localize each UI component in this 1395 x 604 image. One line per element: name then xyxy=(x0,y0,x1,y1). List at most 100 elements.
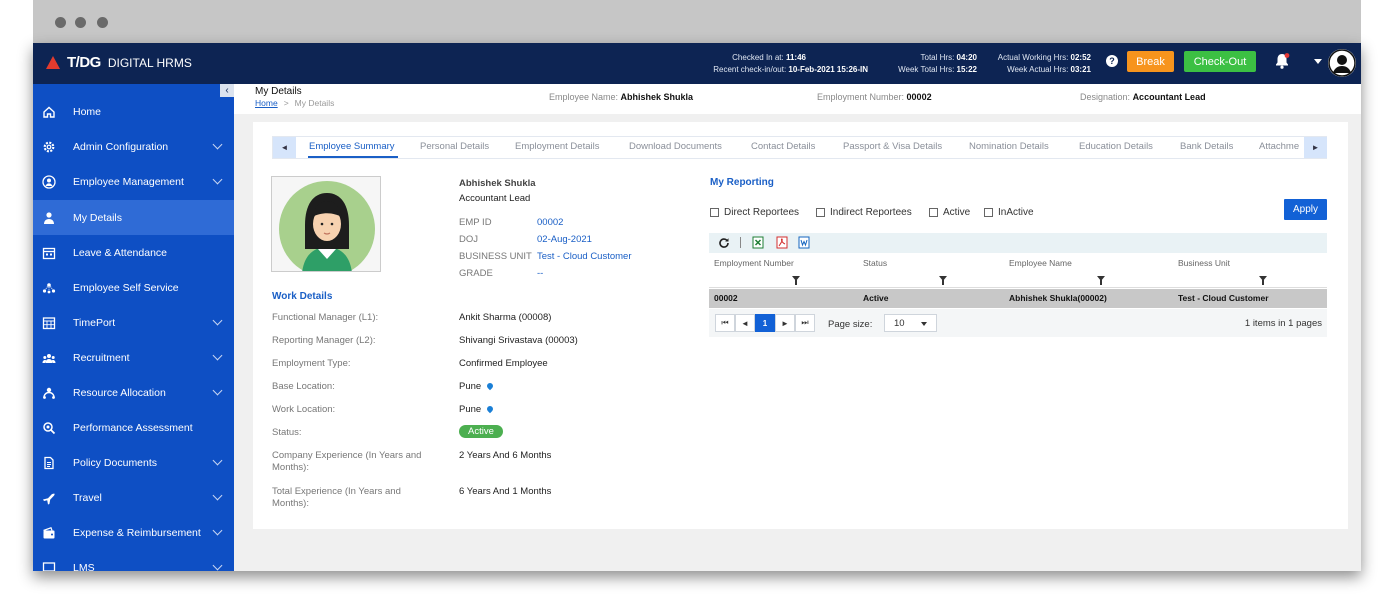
total-hrs-value: 04:20 xyxy=(956,53,977,62)
grade-value: -- xyxy=(537,268,544,279)
sidebar-item-label: Policy Documents xyxy=(73,456,158,469)
sidebar: ‹ Home Admin Configuration Employee Mana… xyxy=(33,84,234,571)
page-number-button[interactable]: 1 xyxy=(755,314,775,332)
tab-attachments[interactable]: Attachme xyxy=(1259,141,1305,152)
next-page-button[interactable]: ► xyxy=(775,314,795,332)
sidebar-item-label: Performance Assessment xyxy=(73,421,193,434)
help-icon[interactable]: ? xyxy=(1106,55,1118,67)
pdf-export-icon[interactable] xyxy=(776,236,788,249)
checkout-button[interactable]: Check-Out xyxy=(1184,51,1256,72)
tab-employment-details[interactable]: Employment Details xyxy=(515,141,599,152)
page-size-select[interactable]: 10 xyxy=(884,314,937,332)
browser-chrome xyxy=(33,0,1361,43)
page-header: My Details Home > My Details Employee Na… xyxy=(234,84,1361,114)
week-actual-value: 03:21 xyxy=(1070,65,1091,74)
column-header-employee-name[interactable]: Employee Name xyxy=(1009,258,1072,268)
filter-icon[interactable] xyxy=(792,276,800,285)
last-page-button[interactable]: ⏭ xyxy=(795,314,815,332)
indirect-reportees-checkbox[interactable]: Indirect Reportees xyxy=(816,207,912,218)
sidebar-item-resource-allocation[interactable]: Resource Allocation xyxy=(33,375,234,410)
sidebar-item-lms[interactable]: LMS xyxy=(33,550,234,571)
profile-role: Accountant Lead xyxy=(459,193,531,204)
sidebar-item-label: Recruitment xyxy=(73,351,130,364)
sidebar-item-home[interactable]: Home xyxy=(33,94,234,129)
tab-download-documents[interactable]: Download Documents xyxy=(629,141,722,152)
user-avatar-icon[interactable] xyxy=(1328,49,1356,77)
week-total-value: 15:22 xyxy=(956,65,977,74)
filter-icon[interactable] xyxy=(1259,276,1267,285)
column-header-status[interactable]: Status xyxy=(863,258,887,268)
prev-page-button[interactable]: ◄ xyxy=(735,314,755,332)
logo[interactable]: T/DG DIGITAL HRMS xyxy=(46,54,192,71)
sidebar-item-travel[interactable]: Travel xyxy=(33,480,234,515)
document-icon xyxy=(44,456,54,469)
wallet-icon xyxy=(43,526,55,538)
team-icon xyxy=(42,353,56,363)
details-card: ◄ Employee Summary Personal Details Empl… xyxy=(253,122,1348,529)
tab-scroll-left-button[interactable]: ◄ xyxy=(273,137,296,158)
breadcrumb-home-link[interactable]: Home xyxy=(255,98,278,108)
sidebar-item-label: Leave & Attendance xyxy=(73,246,167,259)
column-header-employment-number[interactable]: Employment Number xyxy=(714,258,794,268)
calendar-icon xyxy=(42,247,56,259)
screen-icon xyxy=(42,561,56,571)
column-header-business-unit[interactable]: Business Unit xyxy=(1178,258,1230,268)
window-dot-icon xyxy=(97,17,108,28)
checkbox-label: Direct Reportees xyxy=(724,207,800,218)
tab-personal-details[interactable]: Personal Details xyxy=(420,141,489,152)
cell-employment-number: 00002 xyxy=(714,293,738,303)
sidebar-item-expense-reimbursement[interactable]: Expense & Reimbursement xyxy=(33,515,234,550)
tab-education-details[interactable]: Education Details xyxy=(1079,141,1153,152)
filter-icon[interactable] xyxy=(1097,276,1105,285)
checkbox-box[interactable] xyxy=(984,208,993,217)
first-page-button[interactable]: ⏮ xyxy=(715,314,735,332)
base-location-label: Base Location: xyxy=(272,381,335,392)
active-checkbox[interactable]: Active xyxy=(929,207,970,218)
tab-scroll-right-button[interactable]: ► xyxy=(1304,137,1327,158)
employee-name-info: Employee Name: Abhishek Shukla xyxy=(549,92,693,102)
actual-hours-info: Actual Working Hrs: 02:52 Week Actual Hr… xyxy=(978,52,1091,76)
recent-checkin-value: 10-Feb-2021 15:26-IN xyxy=(788,65,868,74)
break-button[interactable]: Break xyxy=(1127,51,1174,72)
chevron-down-icon xyxy=(212,174,223,185)
status-badge: Active xyxy=(459,425,503,438)
checkbox-box[interactable] xyxy=(816,208,825,217)
product-name: DIGITAL HRMS xyxy=(107,55,192,70)
table-row[interactable]: 00002 Active Abhishek Shukla(00002) Test… xyxy=(709,289,1327,308)
tab-employee-summary[interactable]: Employee Summary xyxy=(309,141,395,152)
chevron-down-icon xyxy=(212,455,223,466)
sidebar-item-my-details[interactable]: My Details xyxy=(33,200,234,235)
checkbox-box[interactable] xyxy=(710,208,719,217)
word-export-icon[interactable] xyxy=(798,236,810,249)
user-menu-caret-icon[interactable] xyxy=(1314,59,1322,64)
filter-icon[interactable] xyxy=(939,276,947,285)
tab-nomination-details[interactable]: Nomination Details xyxy=(969,141,1049,152)
plane-icon xyxy=(43,493,55,504)
tab-passport-visa-details[interactable]: Passport & Visa Details xyxy=(843,141,942,152)
tab-contact-details[interactable]: Contact Details xyxy=(751,141,815,152)
tab-strip: ◄ Employee Summary Personal Details Empl… xyxy=(272,136,1327,159)
checked-in-label: Checked In at: xyxy=(732,53,784,62)
top-bar: T/DG DIGITAL HRMS Checked In at: 11:46 R… xyxy=(33,43,1361,84)
cell-employee-name: Abhishek Shukla(00002) xyxy=(1009,293,1107,303)
apply-button[interactable]: Apply xyxy=(1284,199,1327,220)
inactive-checkbox[interactable]: InActive xyxy=(984,207,1034,218)
refresh-icon[interactable] xyxy=(718,237,730,249)
person-icon xyxy=(44,211,54,224)
sidebar-item-employee-self-service[interactable]: Employee Self Service xyxy=(33,270,234,305)
sidebar-item-admin-configuration[interactable]: Admin Configuration xyxy=(33,129,234,164)
profile-photo[interactable] xyxy=(271,176,381,272)
sidebar-item-leave-attendance[interactable]: Leave & Attendance xyxy=(33,235,234,270)
grid-pager: ⏮ ◄ 1 ► ⏭ Page size: 10 1 items in 1 pag… xyxy=(709,309,1327,337)
tab-bank-details[interactable]: Bank Details xyxy=(1180,141,1233,152)
excel-export-icon[interactable] xyxy=(752,236,764,249)
sidebar-item-performance-assessment[interactable]: Performance Assessment xyxy=(33,410,234,445)
direct-reportees-checkbox[interactable]: Direct Reportees xyxy=(710,207,799,218)
sidebar-item-employee-management[interactable]: Employee Management xyxy=(33,164,234,199)
checkbox-label: InActive xyxy=(998,207,1034,218)
sidebar-item-recruitment[interactable]: Recruitment xyxy=(33,340,234,375)
notification-bell-icon[interactable] xyxy=(1273,52,1291,75)
checkbox-box[interactable] xyxy=(929,208,938,217)
sidebar-item-timeport[interactable]: TimePort xyxy=(33,305,234,340)
sidebar-item-policy-documents[interactable]: Policy Documents xyxy=(33,445,234,480)
